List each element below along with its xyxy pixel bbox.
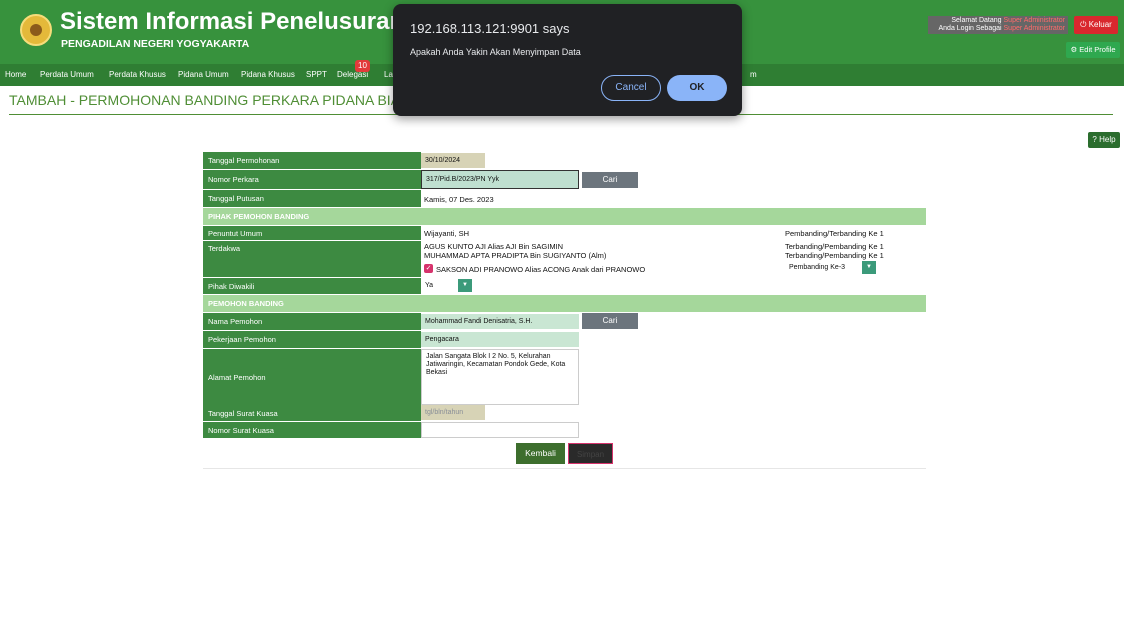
terdakwa-role-2: Terbanding/Pembanding Ke 1 [785,251,884,260]
page-title: TAMBAH - PERMOHONAN BANDING PERKARA PIDA… [9,92,435,108]
penuntut-umum-label: Penuntut Umum [203,226,421,240]
power-icon: ⏻ [1080,20,1087,29]
tanggal-permohonan-label: Tanggal Permohonan [203,152,421,169]
simpan-button[interactable]: Simpan [568,443,613,464]
nama-pemohon-input[interactable]: Mohammad Fandi Denisatria, S.H. [421,314,579,329]
pihak-diwakili-select[interactable]: Ya [421,278,457,293]
app-subtitle: PENGADILAN NEGERI YOGYAKARTA [61,38,250,50]
pekerjaan-pemohon-input[interactable]: Pengacara [421,332,579,347]
nav-perdata-umum[interactable]: Perdata Umum [40,64,94,86]
section-pihak-pemohon: PIHAK PEMOHON BANDING [203,208,926,225]
delegasi-count-badge: 10 [355,60,370,72]
tanggal-permohonan-input[interactable]: 30/10/2024 [421,153,485,168]
nomor-perkara-label: Nomor Perkara [203,170,421,189]
pihak-diwakili-label: Pihak Diwakili [203,278,421,294]
help-button[interactable]: ? Help [1088,132,1120,148]
nav-perdata-khusus[interactable]: Perdata Khusus [109,64,166,86]
form-bottom-divider [203,468,926,469]
nav-sppt[interactable]: SPPT [306,64,327,86]
dialog-message: Apakah Anda Yakin Akan Menyimpan Data [410,47,581,57]
terdakwa-name-1: AGUS KUNTO AJI Alias AJI Bin SAGIMIN [424,242,564,251]
nav-item-hidden[interactable]: m [750,64,757,86]
cari-perkara-button[interactable]: Cari [582,172,638,188]
pekerjaan-pemohon-label: Pekerjaan Pemohon [203,331,421,348]
court-logo [20,14,52,46]
tanggal-putusan-value: Kamis, 07 Des. 2023 [424,195,494,204]
kembali-button[interactable]: Kembali [516,443,565,464]
alamat-pemohon-textarea[interactable]: Jalan Sangata Blok I 2 No. 5, Kelurahan … [421,349,579,405]
cari-pemohon-button[interactable]: Cari [582,313,638,329]
question-icon: ? [1092,135,1097,144]
nav-pidana-umum[interactable]: Pidana Umum [178,64,229,86]
nav-home[interactable]: Home [5,64,26,86]
penuntut-umum-value: Wijayanti, SH [424,229,470,238]
terdakwa-name-2: MUHAMMAD APTA PRADIPTA Bin SUGIYANTO (Al… [424,251,607,260]
tanggal-surat-kuasa-input[interactable]: tgl/bln/tahun [421,405,485,420]
terdakwa-3-role-select[interactable]: Pembanding Ke-3 [785,260,861,275]
section-pemohon-banding: PEMOHON BANDING [203,295,926,312]
terdakwa-name-3: SAKSON ADI PRANOWO Alias ACONG Anak dari… [436,265,646,274]
dialog-ok-button[interactable]: OK [667,75,727,101]
confirm-dialog: 192.168.113.121:9901 says Apakah Anda Ya… [393,4,742,116]
nomor-perkara-input[interactable]: 317/Pid.B/2023/PN Yyk [421,170,579,189]
dialog-title: 192.168.113.121:9901 says [410,21,570,36]
nav-pidana-khusus[interactable]: Pidana Khusus [241,64,295,86]
terdakwa-label: Terdakwa [203,241,421,277]
nomor-surat-kuasa-label: Nomor Surat Kuasa [203,422,421,438]
tanggal-putusan-label: Tanggal Putusan [203,190,421,207]
nama-pemohon-label: Nama Pemohon [203,313,421,330]
edit-profile-button[interactable]: ⚙ Edit Profile [1066,42,1120,58]
nomor-surat-kuasa-input[interactable] [421,422,579,438]
logout-button[interactable]: ⏻ Keluar [1074,16,1118,34]
dialog-cancel-button[interactable]: Cancel [601,75,661,101]
chevron-down-icon[interactable]: ▼ [458,279,472,292]
terdakwa-3-checkbox[interactable]: ✓ [424,264,433,273]
terdakwa-role-1: Terbanding/Pembanding Ke 1 [785,242,884,251]
alamat-pemohon-label: Alamat Pemohon [203,349,421,405]
gear-icon: ⚙ [1070,45,1078,54]
penuntut-role: Pembanding/Terbanding Ke 1 [785,229,884,238]
nav-laporan[interactable]: La [384,64,393,86]
welcome-box: Selamat Datang Super Administrator Anda … [928,16,1068,34]
chevron-down-icon[interactable]: ▼ [862,261,876,274]
tanggal-surat-kuasa-label: Tanggal Surat Kuasa [203,405,421,421]
